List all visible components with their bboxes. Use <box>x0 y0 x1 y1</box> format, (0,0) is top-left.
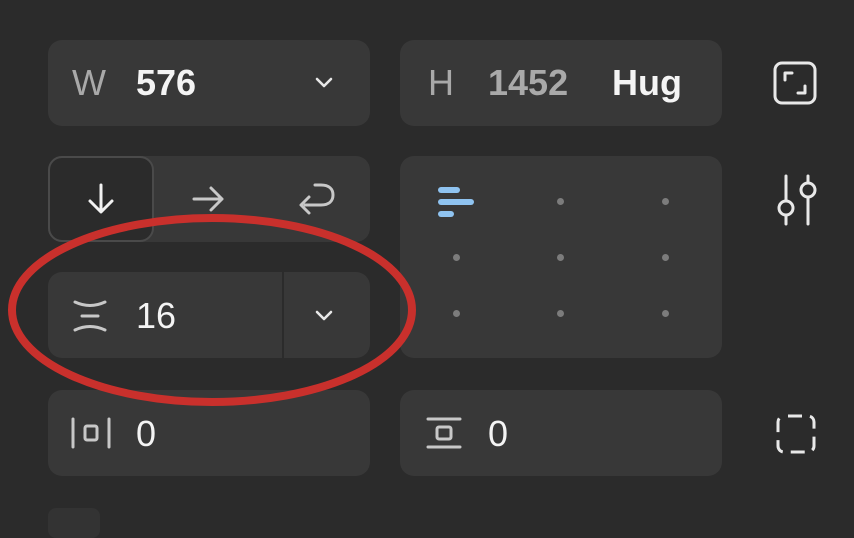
width-value[interactable]: 576 <box>136 65 196 101</box>
padding-vertical-field[interactable]: 0 <box>400 390 722 476</box>
wrap-arrow-icon <box>299 183 335 215</box>
resize-corners-icon[interactable] <box>770 58 820 108</box>
partial-field <box>48 508 100 538</box>
gap-value[interactable]: 16 <box>136 298 176 334</box>
align-middle-center[interactable] <box>557 254 564 261</box>
height-field[interactable]: H 1452 Hug <box>400 40 722 126</box>
gap-vertical-icon <box>73 300 107 332</box>
arrow-right-icon <box>192 186 224 212</box>
chevron-down-icon[interactable] <box>314 308 334 324</box>
padding-vertical-value[interactable]: 0 <box>488 416 508 452</box>
padding-horizontal-field[interactable]: 0 <box>48 390 370 476</box>
align-bottom-right[interactable] <box>662 310 669 317</box>
height-mode[interactable]: Hug <box>612 65 682 101</box>
gap-divider <box>282 272 284 358</box>
align-top-center[interactable] <box>557 198 564 205</box>
sliders-icon[interactable] <box>772 172 824 228</box>
arrow-down-icon <box>88 183 114 214</box>
align-top-left-icon[interactable] <box>436 184 476 220</box>
height-label: H <box>428 62 454 103</box>
align-top-right[interactable] <box>662 198 669 205</box>
direction-wrap-button[interactable] <box>264 156 370 242</box>
align-middle-left[interactable] <box>453 254 460 261</box>
padding-horizontal-value[interactable]: 0 <box>136 416 156 452</box>
padding-vertical-icon <box>426 417 462 449</box>
align-bottom-center[interactable] <box>557 310 564 317</box>
align-middle-right[interactable] <box>662 254 669 261</box>
gap-field[interactable]: 16 <box>48 272 370 358</box>
direction-horizontal-button[interactable] <box>156 156 262 242</box>
direction-segmented-control[interactable] <box>48 156 370 242</box>
alignment-grid[interactable] <box>400 156 722 358</box>
width-label: W <box>72 62 106 103</box>
chevron-down-icon[interactable] <box>314 75 334 91</box>
padding-horizontal-icon <box>71 417 111 449</box>
align-bottom-left[interactable] <box>453 310 460 317</box>
height-value[interactable]: 1452 <box>488 65 568 101</box>
direction-vertical-button[interactable] <box>48 156 154 242</box>
width-field[interactable]: W 576 <box>48 40 370 126</box>
padding-box-icon[interactable] <box>772 410 820 458</box>
